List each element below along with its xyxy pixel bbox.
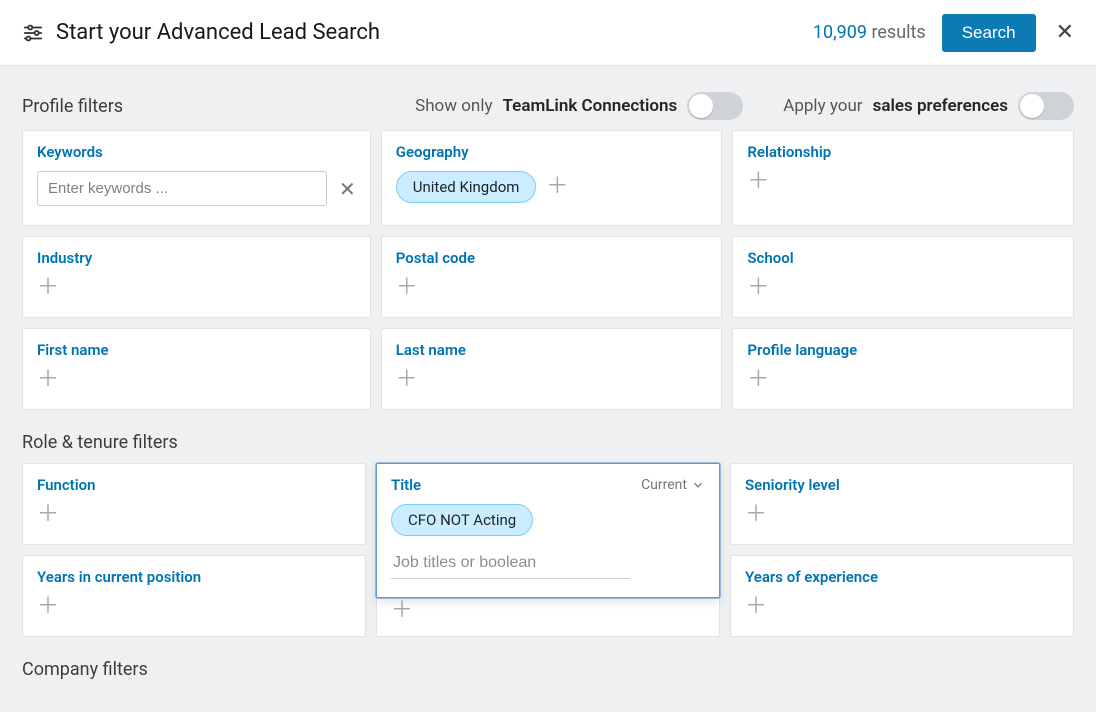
filter-label: Geography xyxy=(396,143,708,161)
filter-title[interactable]: Title Current CFO NOT Acting xyxy=(376,463,720,598)
search-button[interactable]: Search xyxy=(942,14,1036,52)
add-postal-icon[interactable]: ＋ xyxy=(396,275,418,300)
filter-profile-language[interactable]: Profile language ＋ xyxy=(732,328,1074,410)
filter-geography[interactable]: Geography United Kingdom ＋ xyxy=(381,130,723,226)
filter-label: Relationship xyxy=(747,143,1059,161)
filter-years-position[interactable]: Years in current position ＋ xyxy=(22,555,366,637)
filter-label: Title xyxy=(391,476,421,494)
filter-label: Industry xyxy=(37,249,356,267)
add-relationship-icon[interactable]: ＋ xyxy=(747,169,769,194)
section-company-filters: Company filters xyxy=(22,659,1074,680)
section-role-filters: Role & tenure filters xyxy=(22,432,1074,453)
filter-label: Profile language xyxy=(747,341,1059,359)
page-title: Start your Advanced Lead Search xyxy=(56,20,380,45)
filter-label: School xyxy=(747,249,1059,267)
title-pill[interactable]: CFO NOT Acting xyxy=(391,504,533,536)
salespref-toggle-label: Apply your sales preferences xyxy=(783,92,1074,120)
filter-last-name[interactable]: Last name ＋ xyxy=(381,328,723,410)
add-title-icon[interactable]: ＋ xyxy=(391,600,413,622)
filter-title-wrap: Title Current CFO NOT Acting xyxy=(376,463,720,545)
filter-years-experience[interactable]: Years of experience ＋ xyxy=(730,555,1074,637)
results-number: 10,909 xyxy=(813,22,867,43)
title-scope-selector[interactable]: Current xyxy=(641,477,705,493)
filter-industry[interactable]: Industry ＋ xyxy=(22,236,371,318)
add-first-name-icon[interactable]: ＋ xyxy=(37,367,59,392)
add-industry-icon[interactable]: ＋ xyxy=(37,275,59,300)
add-function-icon[interactable]: ＋ xyxy=(37,502,59,527)
title-input[interactable] xyxy=(391,546,630,579)
add-years-position-icon[interactable]: ＋ xyxy=(37,594,59,619)
top-bar: Start your Advanced Lead Search 10,909 r… xyxy=(0,0,1096,66)
add-language-icon[interactable]: ＋ xyxy=(747,367,769,392)
filter-function[interactable]: Function ＋ xyxy=(22,463,366,545)
teamlink-toggle-label: Show only TeamLink Connections xyxy=(415,92,743,120)
filter-label: Years of experience xyxy=(745,568,1059,586)
add-years-experience-icon[interactable]: ＋ xyxy=(745,594,767,619)
filter-relationship[interactable]: Relationship ＋ xyxy=(732,130,1074,226)
filter-label: First name xyxy=(37,341,356,359)
filter-seniority[interactable]: Seniority level ＋ xyxy=(730,463,1074,545)
filter-label: Function xyxy=(37,476,351,494)
filter-school[interactable]: School ＋ xyxy=(732,236,1074,318)
filter-postal-code[interactable]: Postal code ＋ xyxy=(381,236,723,318)
keywords-input[interactable] xyxy=(37,171,327,206)
add-last-name-icon[interactable]: ＋ xyxy=(396,367,418,392)
results-label: results xyxy=(871,22,925,43)
add-geography-icon[interactable]: ＋ xyxy=(546,176,568,198)
filter-label: Postal code xyxy=(396,249,708,267)
section-profile-filters: Profile filters xyxy=(22,96,375,117)
filter-label: Seniority level xyxy=(745,476,1059,494)
add-seniority-icon[interactable]: ＋ xyxy=(745,502,767,527)
filter-keywords[interactable]: Keywords ✕ xyxy=(22,130,371,226)
filters-icon xyxy=(22,22,44,44)
filter-first-name[interactable]: First name ＋ xyxy=(22,328,371,410)
add-school-icon[interactable]: ＋ xyxy=(747,275,769,300)
filter-label: Years in current position xyxy=(37,568,351,586)
chevron-down-icon xyxy=(691,478,705,492)
salespref-toggle[interactable] xyxy=(1018,92,1074,120)
clear-keywords-icon[interactable]: ✕ xyxy=(339,177,356,201)
close-icon[interactable]: ✕ xyxy=(1056,20,1074,45)
geography-pill[interactable]: United Kingdom xyxy=(396,171,537,203)
teamlink-toggle[interactable] xyxy=(687,92,743,120)
filter-label: Last name xyxy=(396,341,708,359)
results-count: 10,909 results xyxy=(813,22,926,43)
filter-label: Keywords xyxy=(37,143,356,161)
